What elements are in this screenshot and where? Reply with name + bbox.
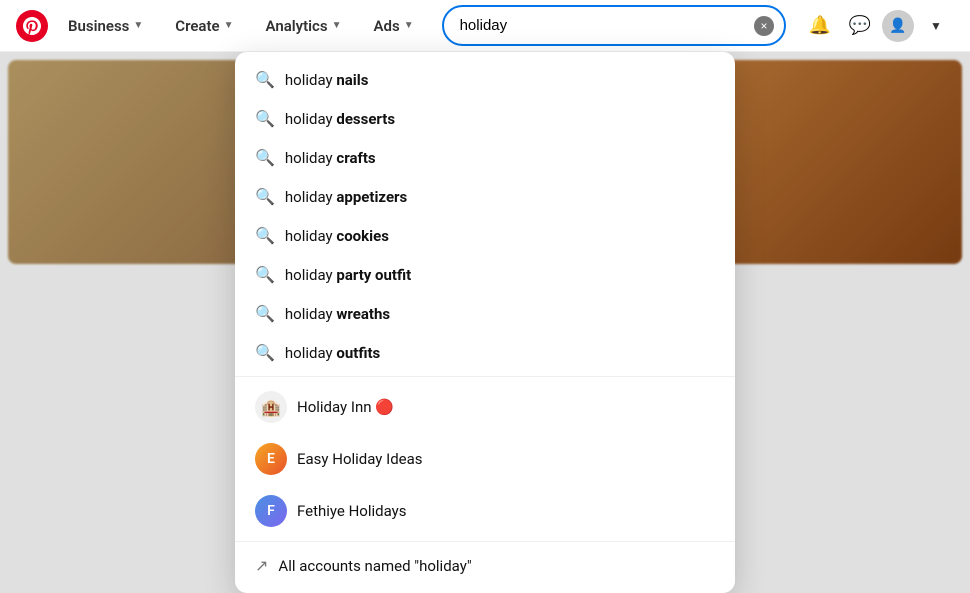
nav-icons: 🔔 💬 👤 ▼ xyxy=(802,8,954,44)
account-avatar: E xyxy=(255,443,287,475)
suggestion-party-outfit[interactable]: 🔍 holiday party outfit xyxy=(235,255,735,294)
chevron-down-icon: ▼ xyxy=(133,20,143,31)
analytics-nav-item[interactable]: Analytics ▼ xyxy=(254,9,354,43)
create-nav-item[interactable]: Create ▼ xyxy=(163,9,245,43)
search-dropdown: 🔍 holiday nails 🔍 holiday desserts 🔍 hol… xyxy=(235,52,735,593)
notifications-button[interactable]: 🔔 xyxy=(802,8,838,44)
divider xyxy=(235,376,735,377)
search-clear-button[interactable]: × xyxy=(754,16,774,36)
search-icon: 🔍 xyxy=(255,343,275,362)
suggestion-outfits[interactable]: 🔍 holiday outfits xyxy=(235,333,735,372)
business-nav-item[interactable]: Business ▼ xyxy=(56,9,155,43)
account-icon: 🏨 xyxy=(255,391,287,423)
suggestion-cookies[interactable]: 🔍 holiday cookies xyxy=(235,216,735,255)
search-icon: 🔍 xyxy=(255,226,275,245)
navbar: Business ▼ Create ▼ Analytics ▼ Ads ▼ × … xyxy=(0,0,970,52)
expand-button[interactable]: ▼ xyxy=(918,8,954,44)
search-icon: 🔍 xyxy=(255,265,275,284)
account-avatar: F xyxy=(255,495,287,527)
divider xyxy=(235,541,735,542)
chevron-down-icon: ▼ xyxy=(404,20,414,31)
search-icon: 🔍 xyxy=(255,187,275,206)
search-input[interactable] xyxy=(442,5,786,46)
account-easy-holiday-ideas[interactable]: E Easy Holiday Ideas xyxy=(235,433,735,485)
all-accounts-link[interactable]: ↗ All accounts named "holiday" xyxy=(235,546,735,585)
pinterest-logo[interactable] xyxy=(16,10,48,42)
suggestion-nails[interactable]: 🔍 holiday nails xyxy=(235,60,735,99)
account-holiday-inn[interactable]: 🏨 Holiday Inn 🔴 xyxy=(235,381,735,433)
chevron-down-icon: ▼ xyxy=(224,20,234,31)
suggestion-appetizers[interactable]: 🔍 holiday appetizers xyxy=(235,177,735,216)
search-icon: 🔍 xyxy=(255,109,275,128)
ads-nav-item[interactable]: Ads ▼ xyxy=(362,9,426,43)
search-icon: 🔍 xyxy=(255,70,275,89)
messages-button[interactable]: 💬 xyxy=(842,8,878,44)
external-link-icon: ↗ xyxy=(255,556,268,575)
suggestion-wreaths[interactable]: 🔍 holiday wreaths xyxy=(235,294,735,333)
chevron-down-icon: ▼ xyxy=(332,20,342,31)
search-icon: 🔍 xyxy=(255,148,275,167)
suggestion-desserts[interactable]: 🔍 holiday desserts xyxy=(235,99,735,138)
suggestion-crafts[interactable]: 🔍 holiday crafts xyxy=(235,138,735,177)
user-avatar[interactable]: 👤 xyxy=(882,10,914,42)
search-container: × xyxy=(442,5,786,46)
account-fethiye-holidays[interactable]: F Fethiye Holidays xyxy=(235,485,735,537)
search-icon: 🔍 xyxy=(255,304,275,323)
